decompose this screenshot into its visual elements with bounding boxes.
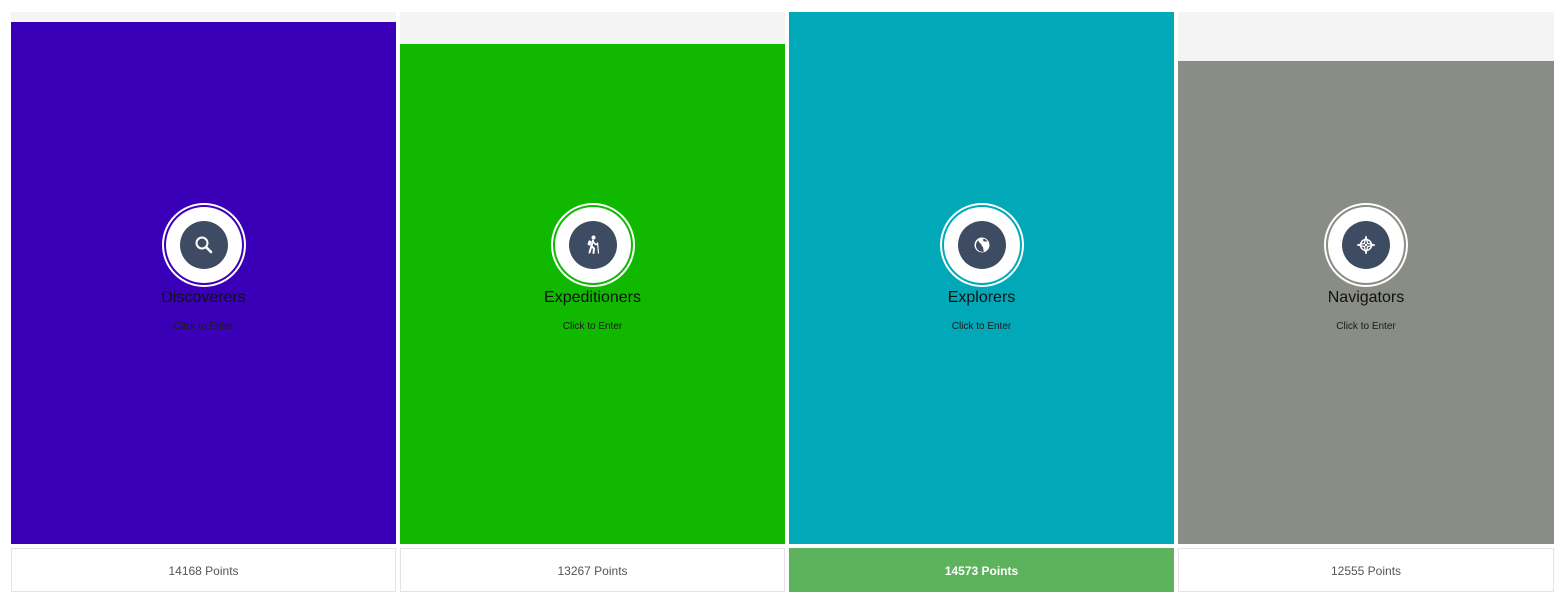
- team-emblem[interactable]: [1324, 203, 1408, 287]
- team-leaderboard: Discoverers Click to Enter 14168 Points: [0, 0, 1554, 592]
- team-column-expeditioners: Expeditioners Click to Enter 13267 Point…: [400, 12, 785, 592]
- team-points: 14168 Points: [11, 548, 396, 592]
- team-bar-discoverers[interactable]: Discoverers Click to Enter: [11, 12, 396, 544]
- team-name[interactable]: Expeditioners: [400, 288, 785, 308]
- team-name[interactable]: Discoverers: [11, 288, 396, 308]
- team-name[interactable]: Explorers: [789, 288, 1174, 308]
- team-column-discoverers: Discoverers Click to Enter 14168 Points: [11, 12, 396, 592]
- team-points: 13267 Points: [400, 548, 785, 592]
- compass-icon: [1342, 221, 1390, 269]
- team-bar-explorers[interactable]: Explorers Click to Enter: [789, 12, 1174, 544]
- click-to-enter-hint[interactable]: Click to Enter: [11, 321, 396, 333]
- team-emblem[interactable]: [161, 203, 246, 287]
- team-emblem[interactable]: [550, 203, 635, 287]
- team-points: 14573 Points: [789, 548, 1174, 592]
- click-to-enter-hint[interactable]: Click to Enter: [1178, 321, 1554, 333]
- team-bar-expeditioners[interactable]: Expeditioners Click to Enter: [400, 12, 785, 544]
- team-points: 12555 Points: [1178, 548, 1554, 592]
- click-to-enter-hint[interactable]: Click to Enter: [400, 321, 785, 333]
- team-column-navigators: Navigators Click to Enter 12555 Points: [1178, 12, 1554, 592]
- hiker-icon: [568, 221, 617, 269]
- click-to-enter-hint[interactable]: Click to Enter: [789, 321, 1174, 333]
- team-emblem[interactable]: [939, 203, 1024, 287]
- team-name[interactable]: Navigators: [1178, 288, 1554, 308]
- team-column-explorers: Explorers Click to Enter 14573 Points: [789, 12, 1174, 592]
- magnifier-icon: [179, 221, 228, 269]
- team-bar-navigators[interactable]: Navigators Click to Enter: [1178, 12, 1554, 544]
- globe-icon: [957, 221, 1006, 269]
